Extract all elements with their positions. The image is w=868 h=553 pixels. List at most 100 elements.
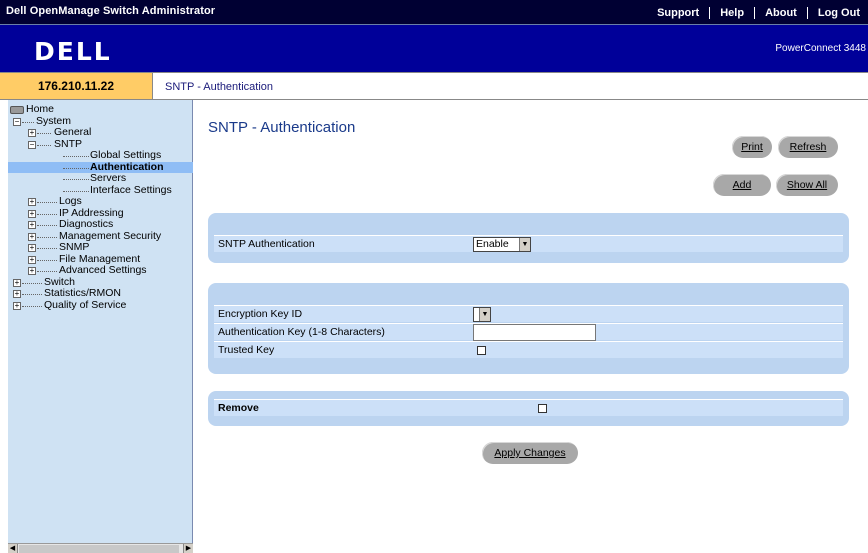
tree-connector: [22, 305, 42, 307]
navigation-tree: Home − System + General − SNTP Global Se…: [8, 100, 193, 553]
tree-node-interface-settings[interactable]: Interface Settings: [8, 183, 193, 197]
tree-connector: [22, 121, 34, 123]
sntp-authentication-select[interactable]: Enable ▼: [473, 237, 531, 252]
breadcrumb: SNTP - Authentication: [165, 81, 274, 93]
tree-label-logs: Logs: [59, 195, 82, 207]
apply-changes-button[interactable]: Apply Changes: [482, 442, 578, 464]
authentication-key-input[interactable]: [473, 324, 596, 341]
tree-node-global-settings[interactable]: Global Settings: [8, 149, 193, 162]
plus-box-icon[interactable]: +: [28, 221, 36, 229]
plus-box-icon[interactable]: +: [28, 232, 36, 241]
dell-logo: DELL: [34, 37, 112, 66]
sntp-authentication-label: SNTP Authentication: [218, 238, 315, 250]
top-links: Support Help About Log Out: [647, 0, 868, 25]
plus-box-icon[interactable]: +: [13, 301, 21, 310]
tree-node-advanced-settings[interactable]: + Advanced Settings: [8, 264, 193, 277]
device-ip: 176.210.11.22: [0, 72, 152, 100]
tree-connector: [63, 190, 89, 192]
tree-connector: [22, 294, 42, 295]
app-title: Dell OpenManage Switch Administrator: [6, 5, 216, 17]
log-out-link[interactable]: Log Out: [806, 6, 868, 19]
tree-connector: [37, 202, 57, 203]
tree-label-servers: Servers: [90, 172, 127, 184]
tree-container: Home − System + General − SNTP Global Se…: [8, 103, 193, 312]
tree-node-diagnostics[interactable]: + Diagnostics: [8, 218, 193, 231]
tree-connector: [37, 133, 51, 134]
tree-node-quality-of-service[interactable]: + Quality of Service: [8, 298, 193, 312]
sntp-authentication-value: Enable: [476, 238, 509, 250]
tree-connector: [37, 144, 51, 146]
plus-box-icon[interactable]: +: [28, 267, 36, 275]
tree-label-advanced-settings: Advanced Settings: [59, 264, 147, 276]
tree-label-diagnostics: Diagnostics: [59, 218, 114, 230]
minus-box-icon[interactable]: −: [13, 117, 21, 126]
tree-label-interface-settings: Interface Settings: [90, 183, 172, 196]
tree-label-snmp: SNMP: [59, 241, 90, 253]
tree-node-management-security[interactable]: + Management Security: [8, 230, 193, 243]
about-link[interactable]: About: [754, 6, 807, 19]
scroll-left-icon[interactable]: ◀: [8, 544, 18, 553]
tree-connector: [37, 236, 57, 238]
encryption-key-id-row: Encryption Key ID ▼: [214, 305, 843, 322]
tree-connector: [37, 248, 57, 249]
plus-box-icon[interactable]: +: [28, 244, 36, 252]
page-title: SNTP - Authentication: [208, 119, 356, 136]
top-title-bar: Dell OpenManage Switch Administrator Sup…: [0, 0, 868, 25]
add-button[interactable]: Add: [713, 174, 771, 196]
tree-node-servers[interactable]: Servers: [8, 172, 193, 185]
encryption-key-id-select[interactable]: ▼: [473, 307, 491, 322]
breadcrumb-bar: SNTP - Authentication: [152, 72, 868, 100]
tree-node-statistics-rmon[interactable]: + Statistics/RMON: [8, 287, 193, 300]
tree-connector: [37, 271, 57, 272]
remove-panel: Remove: [208, 391, 849, 426]
drive-icon: [10, 106, 24, 114]
remove-checkbox[interactable]: [538, 404, 547, 413]
tree-label-quality-of-service: Quality of Service: [44, 298, 127, 311]
tree-label-home: Home: [26, 103, 55, 115]
authentication-key-panel: Encryption Key ID ▼ Authentication Key (…: [208, 283, 849, 374]
support-link[interactable]: Support: [647, 7, 709, 19]
plus-box-icon[interactable]: +: [28, 129, 36, 137]
tree-label-global-settings: Global Settings: [90, 149, 162, 161]
product-name: PowerConnect 3448: [775, 43, 866, 54]
remove-label: Remove: [218, 402, 259, 414]
tree-connector: [63, 167, 89, 169]
triangle-down-icon[interactable]: ▼: [479, 308, 490, 321]
tree-connector: [22, 282, 42, 284]
tree-node-snmp[interactable]: + SNMP: [8, 241, 193, 254]
plus-box-icon[interactable]: +: [13, 278, 21, 287]
trusted-key-checkbox[interactable]: [477, 346, 486, 355]
print-button[interactable]: Print: [732, 136, 772, 158]
tree-node-logs[interactable]: + Logs: [8, 195, 193, 208]
trusted-key-label: Trusted Key: [218, 344, 275, 356]
tree-label-general: General: [54, 126, 92, 138]
tree-connector: [37, 213, 57, 215]
tree-node-general[interactable]: + General: [8, 126, 193, 139]
scroll-thumb[interactable]: [19, 545, 179, 553]
plus-box-icon[interactable]: +: [28, 198, 36, 206]
tree-connector: [63, 156, 89, 157]
authentication-key-label: Authentication Key (1-8 Characters): [218, 326, 385, 338]
tree-label-sntp: SNTP: [54, 137, 83, 150]
encryption-key-id-label: Encryption Key ID: [218, 308, 303, 320]
logo-band: DELL PowerConnect 3448: [0, 25, 868, 72]
trusted-key-row: Trusted Key: [214, 341, 843, 358]
authentication-key-row: Authentication Key (1-8 Characters): [214, 323, 843, 341]
scroll-right-icon[interactable]: ▶: [183, 544, 193, 553]
refresh-button[interactable]: Refresh: [778, 136, 838, 158]
plus-box-icon[interactable]: +: [28, 255, 36, 264]
sntp-authentication-row: SNTP Authentication Enable ▼: [214, 235, 843, 252]
tree-node-home[interactable]: Home: [8, 103, 193, 116]
show-all-button[interactable]: Show All: [776, 174, 838, 196]
tree-connector: [37, 225, 57, 226]
help-link[interactable]: Help: [709, 6, 754, 19]
triangle-down-icon[interactable]: ▼: [519, 238, 530, 251]
tree-connector: [37, 259, 57, 261]
remove-row: Remove: [214, 399, 843, 416]
plus-box-icon[interactable]: +: [13, 290, 21, 298]
nav-horizontal-scrollbar[interactable]: ◀ ▶: [8, 543, 193, 553]
plus-box-icon[interactable]: +: [28, 209, 36, 218]
minus-box-icon[interactable]: −: [28, 140, 36, 149]
tree-node-system[interactable]: − System: [8, 115, 193, 128]
tree-connector: [63, 179, 89, 180]
